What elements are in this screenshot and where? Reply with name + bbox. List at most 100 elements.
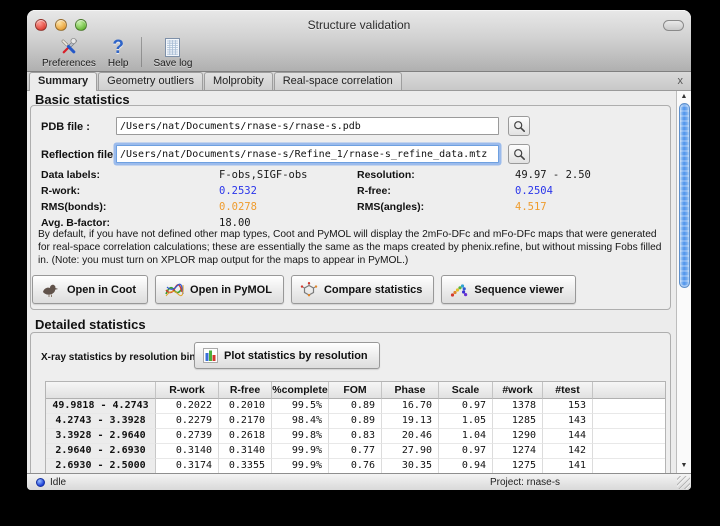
stat-value: 0.2504 [515, 185, 553, 197]
stat-value-cell[interactable]: 0.94 [439, 459, 493, 473]
open-in-pymol-button[interactable]: Open in PyMOL [155, 275, 284, 304]
compare-molecule-icon [300, 282, 318, 298]
table-column-header[interactable]: Scale factor [439, 382, 493, 399]
stat-label: Resolution: [357, 169, 415, 181]
reflection-file-input[interactable] [116, 145, 499, 163]
stat-value-cell[interactable]: 143 [543, 414, 593, 429]
stat-value: 0.0278 [219, 201, 257, 213]
stat-value-cell[interactable]: 0.3355 [219, 459, 272, 473]
toolbar: Preferences ? Help [27, 36, 691, 72]
scroll-up-icon[interactable]: ▲ [677, 92, 691, 102]
stat-value-cell[interactable]: 1290 [493, 429, 543, 444]
stat-value: 49.97 - 2.50 [515, 169, 591, 181]
stats-row: R-work: 0.2532 R-free: 0.2504 [31, 185, 670, 200]
stat-value-cell[interactable]: 0.2739 [156, 429, 219, 444]
window-title: Structure validation [27, 18, 691, 32]
button-label: Open in PyMOL [190, 284, 272, 296]
stat-value-cell[interactable]: 99.9% [272, 459, 329, 473]
button-label: Open in Coot [67, 284, 136, 296]
stat-value-cell[interactable]: 0.97 [439, 399, 493, 414]
tab-bar: Summary Geometry outliers Molprobity Rea… [27, 72, 691, 91]
magnifier-icon [513, 148, 526, 161]
stat-value-cell[interactable]: 0.2170 [219, 414, 272, 429]
open-in-coot-button[interactable]: Open in Coot [32, 275, 148, 304]
stat-value-cell[interactable]: 16.70 [382, 399, 439, 414]
button-label: Plot statistics by resolution [224, 350, 368, 362]
summary-panel: Basic statistics PDB file : Reflection f… [27, 91, 691, 473]
vertical-scrollbar[interactable]: ▲ ▼ [676, 91, 691, 473]
stat-value-cell[interactable]: 99.9% [272, 444, 329, 459]
tab-geometry-outliers[interactable]: Geometry outliers [98, 72, 203, 90]
stat-value-cell[interactable]: 0.76 [329, 459, 382, 473]
browse-pdb-button[interactable] [508, 116, 530, 136]
table-column-header[interactable]: Phase error [382, 382, 439, 399]
titlebar[interactable]: Structure validation [27, 10, 691, 38]
bin-range-cell[interactable]: 49.9818 - 4.2743 [46, 399, 156, 414]
stat-value-cell[interactable]: 142 [543, 444, 593, 459]
stat-value-cell[interactable]: 20.46 [382, 429, 439, 444]
stat-value-cell[interactable]: 99.8% [272, 429, 329, 444]
stat-value-cell[interactable]: 0.89 [329, 414, 382, 429]
stat-value-cell[interactable]: 0.2279 [156, 414, 219, 429]
basic-statistics-groupbox: PDB file : Reflection file : Data labels… [30, 105, 671, 310]
stat-value-cell[interactable]: 0.2618 [219, 429, 272, 444]
tab-real-space-correlation[interactable]: Real-space correlation [274, 72, 402, 90]
stat-value-cell[interactable]: 19.13 [382, 414, 439, 429]
stat-value-cell[interactable]: 0.2010 [219, 399, 272, 414]
tab-summary[interactable]: Summary [29, 72, 97, 91]
stat-value-cell[interactable]: 0.83 [329, 429, 382, 444]
stat-value-cell[interactable]: 0.3140 [219, 444, 272, 459]
stat-value-cell[interactable]: 1275 [493, 459, 543, 473]
filler-cell [593, 459, 665, 473]
sequence-viewer-button[interactable]: Sequence viewer [441, 275, 575, 304]
stat-value-cell[interactable]: 1285 [493, 414, 543, 429]
toolbar-item-label: Help [108, 58, 129, 69]
close-tab-icon[interactable]: x [675, 74, 687, 88]
bin-range-cell[interactable]: 2.6930 - 2.5000 [46, 459, 156, 473]
bin-range-cell[interactable]: 2.9640 - 2.6930 [46, 444, 156, 459]
table-column-header[interactable] [46, 382, 156, 399]
scroll-down-icon[interactable]: ▼ [677, 461, 691, 471]
preferences-button[interactable]: Preferences [36, 36, 102, 72]
stat-value-cell[interactable]: 0.3140 [156, 444, 219, 459]
save-log-document-icon [164, 36, 181, 59]
table-column-header[interactable]: %complete [272, 382, 329, 399]
stat-value-cell[interactable]: 1.05 [439, 414, 493, 429]
stat-value-cell[interactable]: 0.77 [329, 444, 382, 459]
stat-value-cell[interactable]: 30.35 [382, 459, 439, 473]
compare-statistics-button[interactable]: Compare statistics [291, 275, 434, 304]
tab-molprobity[interactable]: Molprobity [204, 72, 273, 90]
table-column-header[interactable]: #test [543, 382, 593, 399]
browse-reflection-button[interactable] [508, 144, 530, 164]
toolbar-item-label: Save log [154, 58, 193, 69]
scrollbar-thumb[interactable] [679, 103, 690, 288]
toolbar-toggle-pill-button[interactable] [663, 20, 684, 31]
plot-statistics-button[interactable]: Plot statistics by resolution [194, 342, 380, 369]
table-column-header[interactable]: R-free [219, 382, 272, 399]
stat-value-cell[interactable]: 144 [543, 429, 593, 444]
stat-value-cell[interactable]: 153 [543, 399, 593, 414]
resize-grip[interactable] [677, 476, 690, 489]
window-chrome: Structure validation Preferences ? Help [27, 10, 691, 72]
project-label: Project: rnase-s [490, 477, 560, 488]
stat-value-cell[interactable]: 1.04 [439, 429, 493, 444]
stat-value-cell[interactable]: 1274 [493, 444, 543, 459]
stat-value-cell[interactable]: 0.3174 [156, 459, 219, 473]
table-column-header[interactable]: #work [493, 382, 543, 399]
table-column-header[interactable]: R-work [156, 382, 219, 399]
stat-value-cell[interactable]: 0.2022 [156, 399, 219, 414]
table-column-header[interactable]: FOM [329, 382, 382, 399]
stat-value-cell[interactable]: 99.5% [272, 399, 329, 414]
stat-value-cell[interactable]: 0.97 [439, 444, 493, 459]
stat-value-cell[interactable]: 98.4% [272, 414, 329, 429]
save-log-button[interactable]: Save log [148, 36, 199, 72]
filler-cell [593, 399, 665, 414]
help-button[interactable]: ? Help [102, 36, 135, 72]
bin-range-cell[interactable]: 4.2743 - 3.3928 [46, 414, 156, 429]
bin-range-cell[interactable]: 3.3928 - 2.9640 [46, 429, 156, 444]
stat-value-cell[interactable]: 0.89 [329, 399, 382, 414]
pdb-file-input[interactable] [116, 117, 499, 135]
stat-value-cell[interactable]: 1378 [493, 399, 543, 414]
stat-value-cell[interactable]: 141 [543, 459, 593, 473]
stat-value-cell[interactable]: 27.90 [382, 444, 439, 459]
